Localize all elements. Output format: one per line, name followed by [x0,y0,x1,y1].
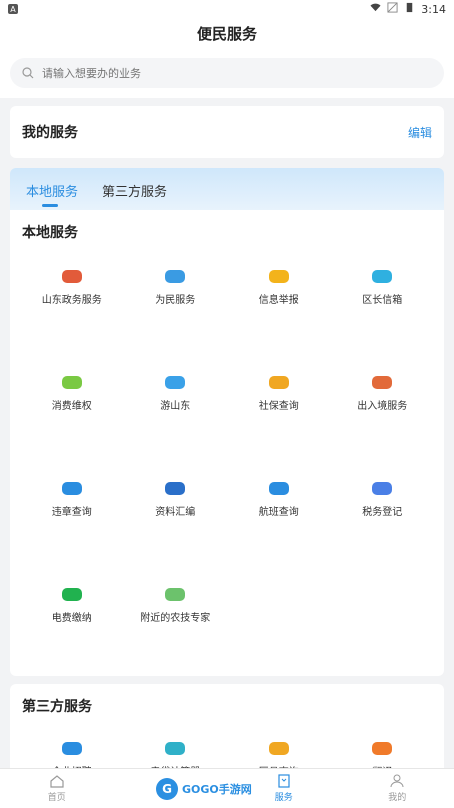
local-item-label: 航班查询 [258,507,299,518]
local-item[interactable]: 社保查询 [227,376,331,412]
local-item-label: 附近的农技专家 [140,613,211,624]
electricity-icon [61,588,82,601]
local-item-label: 游山东 [160,401,191,412]
local-services-grid: 山东政务服务 为民服务 信息举报 区长信箱消费维权 游山东 社保查询 出入境服务违章查询 资料… [20,270,434,624]
local-item[interactable]: 违章查询 [20,482,124,518]
agri-expert-icon [165,588,186,601]
local-item[interactable]: 资料汇编 [124,482,228,518]
my-services-title: 我的服务 [22,125,78,141]
local-item-label: 山东政务服务 [41,295,102,306]
mailbox-icon [372,270,393,283]
nav-home-label: 首页 [47,793,66,803]
notification-icon: A [8,4,18,14]
calculator-icon [165,742,186,755]
violation-search-icon [61,482,82,495]
tab-local-services[interactable]: 本地服务 [26,181,78,210]
status-bar: A 3:14 [0,0,454,18]
tax-icon [372,482,393,495]
local-item[interactable]: 为民服务 [124,270,228,306]
watermark-text: GOGO手游网 [182,783,252,796]
consumer-icon [61,376,82,389]
wifi-icon [370,2,381,16]
service-icon [278,774,290,788]
clock-time: 3:14 [421,2,446,16]
local-item[interactable]: 区长信箱 [331,270,435,306]
local-item-label: 违章查询 [51,507,92,518]
local-item-label: 消费维权 [51,401,92,412]
local-item-label: 为民服务 [155,295,196,306]
search-icon [22,64,34,83]
local-item[interactable]: 游山东 [124,376,228,412]
local-item-label: 税务登记 [362,507,403,518]
local-item[interactable]: 附近的农技专家 [124,588,228,624]
user-icon [390,774,404,788]
local-item-label: 电费缴纳 [51,613,92,624]
briefcase-icon [61,742,82,755]
local-item-label: 出入境服务 [357,401,408,412]
translate-icon [372,742,393,755]
tour-icon [165,376,186,389]
service-tabs: 本地服务 第三方服务 [10,168,444,210]
my-services-card: 我的服务 编辑 [10,106,444,158]
tab-third-party-services[interactable]: 第三方服务 [102,181,167,210]
nav-service[interactable]: 服务 [275,774,293,803]
home-icon [50,775,64,788]
signal-off-icon [387,2,398,16]
search-input[interactable] [42,66,342,80]
local-services-title: 本地服务 [22,225,78,241]
nav-mine[interactable]: 我的 [388,774,406,803]
local-item[interactable]: 信息举报 [227,270,331,306]
edit-button[interactable]: 编辑 [408,124,432,141]
library-icon [165,482,186,495]
house-icon [165,270,186,283]
social-security-icon [268,376,289,389]
battery-icon [404,2,415,16]
local-item[interactable]: 山东政务服务 [20,270,124,306]
sd-gov-icon [61,270,82,283]
local-item[interactable]: 出入境服务 [331,376,435,412]
flight-icon [268,482,289,495]
nav-mine-label: 我的 [388,793,407,803]
local-services-section: 本地服务 山东政务服务 为民服务 信息举报 区长信箱消费维权 游山东 社保查询 出入境服务违… [10,210,444,676]
search-bar [0,48,454,98]
third-party-title: 第三方服务 [22,699,92,715]
local-item[interactable]: 消费维权 [20,376,124,412]
watermark-logo: G [156,778,178,800]
local-item-label: 区长信箱 [362,295,403,306]
local-item[interactable]: 电费缴纳 [20,588,124,624]
local-item-label: 资料汇编 [155,507,196,518]
local-item[interactable]: 税务登记 [331,482,435,518]
nav-service-label: 服务 [274,793,293,803]
local-item[interactable]: 航班查询 [227,482,331,518]
report-icon [268,270,289,283]
search-box[interactable] [10,58,444,88]
page-title: 便民服务 [0,18,454,48]
local-item-label: 社保查询 [258,401,299,412]
nav-home[interactable]: 首页 [48,774,66,803]
immigration-icon [372,376,393,389]
watermark: G GOGO手游网 [156,774,256,804]
local-item-label: 信息举报 [258,295,299,306]
coins-icon [268,742,289,755]
